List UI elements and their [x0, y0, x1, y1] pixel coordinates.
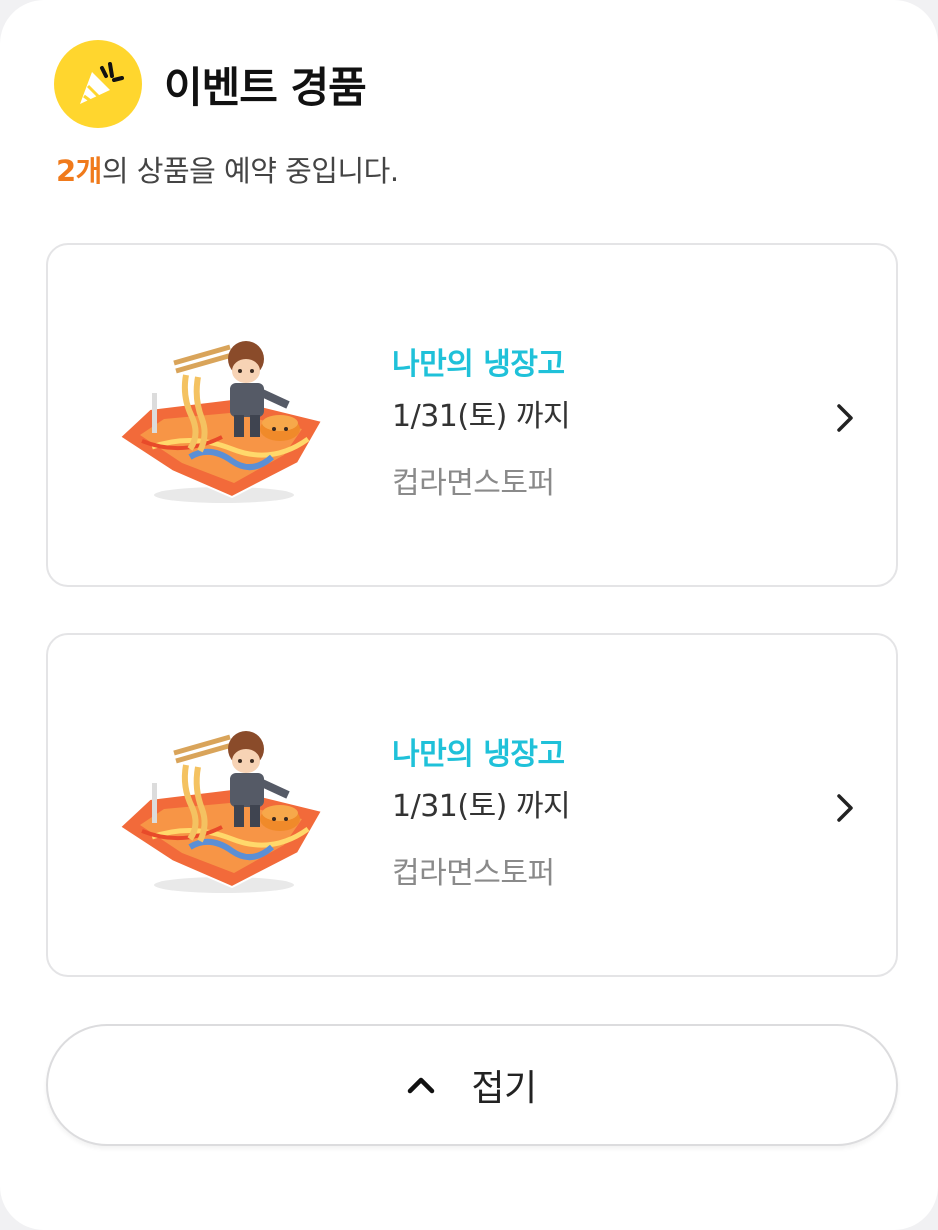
prize-product-name: 컵라면스토퍼: [392, 856, 555, 891]
acrylic-stand-image: [112, 727, 338, 899]
chevron-right-icon: [837, 794, 853, 822]
fold-button-label: 접기: [471, 1068, 537, 1109]
fold-button[interactable]: 접기: [46, 1024, 898, 1146]
reservation-count: 2개: [56, 154, 102, 188]
acrylic-stand-image: [112, 337, 338, 509]
prize-product-name: 컵라면스토퍼: [392, 466, 555, 501]
chevron-right-icon: [837, 404, 853, 432]
prize-event-title: 나만의 냉장고: [392, 347, 565, 382]
reservation-summary-text: 의 상품을 예약 중입니다.: [101, 154, 399, 188]
party-popper-icon: [54, 40, 142, 128]
section-header: 이벤트 경품: [54, 40, 367, 128]
prize-event-title: 나만의 냉장고: [392, 737, 565, 772]
prize-deadline: 1/31(토) 까지: [392, 789, 571, 824]
page-title: 이벤트 경품: [164, 62, 367, 112]
prize-card[interactable]: 나만의 냉장고 1/31(토) 까지 컵라면스토퍼: [46, 243, 898, 587]
chevron-up-icon: [408, 1077, 435, 1094]
prize-deadline: 1/31(토) 까지: [392, 399, 571, 434]
prize-card[interactable]: 나만의 냉장고 1/31(토) 까지 컵라면스토퍼: [46, 633, 898, 977]
reservation-summary: 2개의 상품을 예약 중입니다.: [56, 148, 399, 190]
event-prizes-panel: 이벤트 경품 2개의 상품을 예약 중입니다. 나만의 냉장고 1/31(토) …: [0, 0, 938, 1230]
